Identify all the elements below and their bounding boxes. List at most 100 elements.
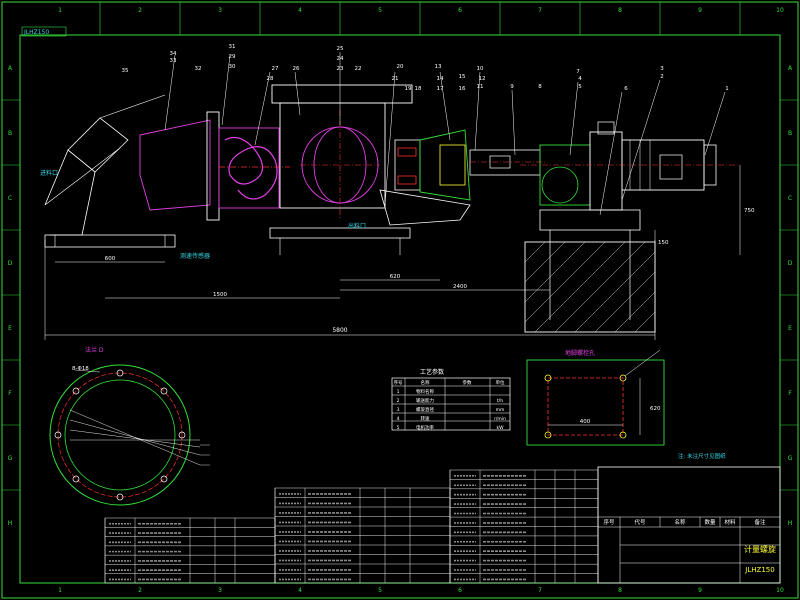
zone-right-H: H bbox=[788, 520, 793, 527]
zone-right-B: B bbox=[788, 130, 792, 137]
title-header-5: 备注 bbox=[754, 518, 766, 526]
title-header-0: 序号 bbox=[603, 518, 615, 526]
callout-1: 1 bbox=[725, 86, 729, 92]
process-cell: 1 bbox=[397, 389, 400, 395]
zone-left-C: C bbox=[8, 195, 12, 202]
zone-bottom-6: 6 bbox=[458, 587, 462, 594]
section-b-label: 地脚螺栓孔 bbox=[565, 349, 595, 357]
dim-base-h: 150 bbox=[658, 240, 669, 246]
drawing-canvas: JLHZ150 1122334455667788991010 A AB BC CD DE… bbox=[1, 1, 799, 599]
zone-bottom-3: 3 bbox=[218, 587, 222, 594]
callout-18: 18 bbox=[415, 86, 422, 92]
callout-10: 10 bbox=[477, 66, 484, 72]
zone-bottom-9: 9 bbox=[698, 587, 702, 594]
zone-bottom-2: 2 bbox=[138, 587, 142, 594]
main-casing bbox=[279, 102, 386, 209]
callout-20: 20 bbox=[397, 64, 404, 70]
callout-26: 26 bbox=[293, 66, 300, 72]
zone-left-A: A bbox=[8, 65, 13, 72]
zone-bottom-5: 5 bbox=[378, 587, 382, 594]
title-block-code: JLHZ150 bbox=[744, 566, 774, 574]
dimension-lines bbox=[44, 165, 741, 340]
callout-34: 34 bbox=[170, 51, 177, 57]
callout-25: 25 bbox=[337, 46, 344, 52]
dim-width-a: 600 bbox=[105, 256, 116, 262]
bom-tables bbox=[104, 469, 599, 584]
callout-numbers: 12345 67891011121314 151617181920212223242… bbox=[122, 44, 729, 92]
concrete-foundation bbox=[524, 241, 656, 333]
callout-5: 5 bbox=[578, 84, 582, 90]
zone-top-2: 2 bbox=[138, 7, 142, 14]
callout-12: 12 bbox=[479, 76, 486, 82]
zone-right-D: D bbox=[788, 260, 793, 267]
callout-22: 22 bbox=[355, 66, 362, 72]
process-cell: kW bbox=[496, 425, 504, 431]
inlet-flange bbox=[206, 111, 220, 221]
drive-shaft-housing bbox=[469, 149, 541, 176]
inlet-chute-body bbox=[44, 149, 96, 236]
title-block-headers: 序号 代号 名称 数量 材料 备注 bbox=[603, 518, 766, 526]
zone-top-10: 10 bbox=[776, 7, 784, 14]
title-block-title: 计量螺旋 bbox=[744, 544, 776, 554]
zone-top-1: 1 bbox=[58, 7, 62, 14]
process-cell: t/h bbox=[497, 398, 503, 404]
zone-right-E: E bbox=[788, 325, 792, 332]
callout-2: 2 bbox=[660, 74, 664, 80]
foundation-hatch bbox=[524, 241, 656, 333]
zone-bottom-4: 4 bbox=[298, 587, 302, 594]
plan-bolt-rect bbox=[547, 377, 624, 436]
dim-span-a: 1500 bbox=[213, 292, 227, 298]
screw-helix bbox=[224, 137, 278, 200]
callout-30: 30 bbox=[229, 64, 236, 70]
chute-leader bbox=[99, 94, 166, 119]
bolt-circle bbox=[57, 372, 183, 498]
flange-view bbox=[49, 364, 210, 506]
zone-bottom-1: 1 bbox=[58, 587, 62, 594]
zone-bottom-8: 8 bbox=[618, 587, 622, 594]
dim-mid: 620 bbox=[390, 274, 401, 280]
casing-top-plate bbox=[271, 84, 413, 104]
zone-top-labels: 1122334455667788991010 bbox=[58, 7, 784, 594]
process-cell: 4 bbox=[397, 416, 400, 422]
inner-frame bbox=[19, 34, 781, 584]
callout-32: 32 bbox=[195, 66, 202, 72]
process-cell: mm bbox=[496, 408, 505, 413]
foundation-plan bbox=[526, 349, 665, 446]
zone-left-F: F bbox=[8, 390, 12, 397]
sensor-label: 测速传感器 bbox=[180, 252, 210, 260]
callout-27: 27 bbox=[272, 66, 279, 72]
bolt-spec-label: 8-Φ18 bbox=[72, 366, 89, 372]
plan-height: 620 bbox=[650, 406, 661, 412]
zone-top-9: 9 bbox=[698, 7, 702, 14]
motor-base bbox=[539, 209, 641, 231]
process-cell: 5 bbox=[397, 425, 400, 431]
cad-drawing-sheet: JLHZ150 1 1 2 2 3 3 4 4 5 5 6 6 7 7 8 8 9 9 10 10 AABBCCDDE… bbox=[0, 0, 800, 600]
process-header-0: 序号 bbox=[394, 379, 403, 386]
left-base-plate bbox=[44, 234, 176, 248]
zone-right-G: G bbox=[788, 455, 793, 462]
bom-table-1 bbox=[274, 487, 451, 584]
callout-31: 31 bbox=[229, 44, 236, 50]
process-cell: 物料名称 bbox=[416, 388, 434, 395]
outlet-slope bbox=[379, 189, 471, 226]
zone-left-E: E bbox=[8, 325, 12, 332]
zone-top-6: 6 bbox=[458, 7, 462, 14]
callout-15: 15 bbox=[459, 74, 466, 80]
process-cell: r/min bbox=[494, 416, 506, 422]
process-cell: 电机功率 bbox=[416, 424, 434, 431]
title-header-2: 名称 bbox=[674, 518, 686, 526]
dim-span-b: 2400 bbox=[453, 284, 467, 290]
dim-height: 750 bbox=[744, 208, 755, 214]
process-header-3: 单位 bbox=[496, 379, 505, 386]
callout-33: 33 bbox=[170, 58, 177, 64]
process-cell: 3 bbox=[397, 407, 400, 413]
gear-reducer bbox=[539, 144, 591, 206]
zone-left-G: G bbox=[8, 455, 13, 462]
zone-left-D: D bbox=[8, 260, 13, 267]
motor-terminal-box bbox=[659, 154, 683, 180]
callout-8: 8 bbox=[538, 84, 542, 90]
process-header-1: 名称 bbox=[421, 379, 430, 386]
process-table bbox=[391, 377, 511, 431]
hopper-body bbox=[139, 119, 211, 211]
callout-6: 6 bbox=[624, 86, 628, 92]
